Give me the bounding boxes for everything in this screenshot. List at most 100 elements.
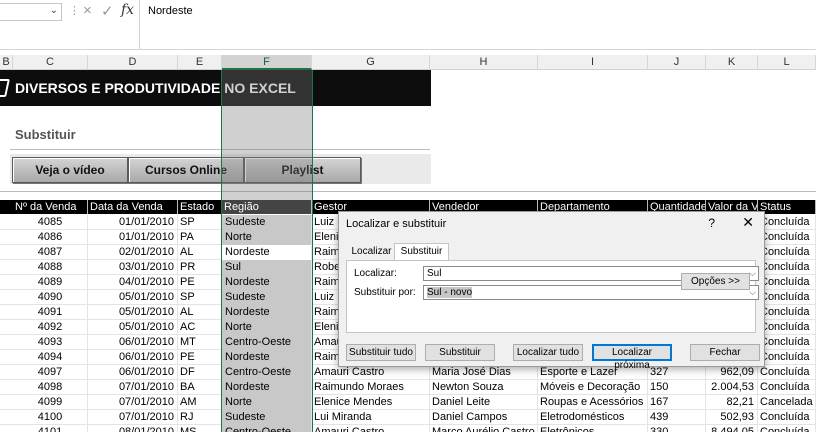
sale-date-cell[interactable]: 01/01/2010 [88,215,178,230]
status-cell[interactable]: Concluída [758,275,816,290]
sale-number-cell[interactable]: 4085 [13,215,88,230]
region-cell[interactable]: Centro-Oeste [222,425,312,432]
chevron-down-icon[interactable]: ⌵ [749,267,756,280]
status-cell[interactable]: Concluída [758,215,816,230]
column-header-selected[interactable]: F [222,55,312,70]
column-header[interactable]: H [430,55,538,70]
status-cell[interactable]: Cancelada [758,395,816,410]
state-cell[interactable]: SP [178,215,222,230]
region-cell[interactable]: Norte [222,395,312,410]
sale-date-cell[interactable]: 02/01/2010 [88,245,178,260]
value-cell[interactable]: 502,93 [706,410,758,425]
sale-date-cell[interactable]: 07/01/2010 [88,410,178,425]
region-cell[interactable]: Norte [222,320,312,335]
sale-number-cell[interactable]: 4091 [13,305,88,320]
sale-date-cell[interactable]: 07/01/2010 [88,395,178,410]
find-all-button[interactable]: Localizar tudo [513,344,583,361]
quantity-cell[interactable]: 167 [648,395,706,410]
column-header[interactable]: B [0,55,13,70]
sale-date-cell[interactable]: 06/01/2010 [88,335,178,350]
sale-number-cell[interactable]: 4092 [13,320,88,335]
sale-date-cell[interactable]: 04/01/2010 [88,275,178,290]
value-cell[interactable]: 8.494,05 [706,425,758,432]
sale-number-cell[interactable]: 4100 [13,410,88,425]
manager-cell[interactable]: Raimundo Moraes [312,380,430,395]
status-cell[interactable]: Concluída [758,380,816,395]
region-cell[interactable]: Sudeste [222,410,312,425]
state-cell[interactable]: MS [178,425,222,432]
sale-number-cell[interactable]: 4099 [13,395,88,410]
state-cell[interactable]: MT [178,335,222,350]
state-cell[interactable]: AL [178,305,222,320]
sale-date-cell[interactable]: 03/01/2010 [88,260,178,275]
department-cell[interactable]: Eletrodomésticos [538,410,648,425]
column-header[interactable]: G [312,55,430,70]
status-cell[interactable]: Concluída [758,410,816,425]
region-cell[interactable]: Sudeste [222,215,312,230]
value-cell[interactable]: 962,09 [706,365,758,380]
sale-number-cell[interactable]: 4088 [13,260,88,275]
replace-all-button[interactable]: Substituir tudo [346,344,416,361]
status-cell[interactable]: Concluída [758,230,816,245]
region-cell[interactable]: Nordeste [222,350,312,365]
status-cell[interactable]: Concluída [758,335,816,350]
state-cell[interactable]: PR [178,260,222,275]
seller-cell[interactable]: Daniel Leite [430,395,538,410]
region-cell[interactable]: Nordeste [222,380,312,395]
region-cell[interactable]: Centro-Oeste [222,335,312,350]
sale-date-cell[interactable]: 06/01/2010 [88,350,178,365]
find-next-button[interactable]: Localizar próxima [592,344,672,371]
region-cell[interactable]: Nordeste [222,305,312,320]
quantity-cell[interactable]: 150 [648,380,706,395]
sale-date-cell[interactable]: 06/01/2010 [88,365,178,380]
sale-number-cell[interactable]: 4098 [13,380,88,395]
sale-date-cell[interactable]: 05/01/2010 [88,305,178,320]
tab-find[interactable]: Localizar [350,244,393,261]
sale-date-cell[interactable]: 05/01/2010 [88,320,178,335]
table-header-cell[interactable]: Data da Venda [88,200,178,214]
department-cell[interactable]: Eletrônicos [538,425,648,432]
region-cell[interactable]: Sudeste [222,290,312,305]
status-cell[interactable]: Concluída [758,260,816,275]
column-header[interactable]: J [648,55,706,70]
state-cell[interactable]: AC [178,320,222,335]
value-cell[interactable]: 82,21 [706,395,758,410]
state-cell[interactable]: SP [178,290,222,305]
region-cell[interactable]: Sul [222,260,312,275]
status-cell[interactable]: Concluída [758,350,816,365]
quantity-cell[interactable]: 327 [648,365,706,380]
column-header[interactable]: K [706,55,758,70]
confirm-icon[interactable]: ✓ [101,2,114,20]
status-cell[interactable]: Concluída [758,245,816,260]
manager-cell[interactable]: Amauri Castro [312,365,430,380]
cancel-icon[interactable]: × [83,2,92,19]
sale-number-cell[interactable]: 4097 [13,365,88,380]
region-cell[interactable]: Centro-Oeste [222,365,312,380]
sale-date-cell[interactable]: 08/01/2010 [88,425,178,432]
value-cell[interactable]: 2.004,53 [706,380,758,395]
sale-number-cell[interactable]: 4094 [13,350,88,365]
region-cell[interactable]: Norte [222,230,312,245]
column-header[interactable]: I [538,55,648,70]
chevron-down-icon[interactable]: ⌄ [50,5,58,16]
state-cell[interactable]: BA [178,380,222,395]
fx-icon[interactable]: fx [121,2,134,18]
seller-cell[interactable]: Maria José Dias [430,365,538,380]
quantity-cell[interactable]: 330 [648,425,706,432]
sale-number-cell[interactable]: 4101 [13,425,88,432]
column-header[interactable]: D [88,55,178,70]
state-cell[interactable]: RJ [178,410,222,425]
options-button[interactable]: Opções >> [681,273,750,290]
status-cell[interactable]: Concluída [758,425,816,432]
sale-date-cell[interactable]: 01/01/2010 [88,230,178,245]
table-header-cell[interactable]: Status [758,200,816,214]
quantity-cell[interactable]: 439 [648,410,706,425]
formula-input[interactable]: Nordeste [139,0,816,50]
seller-cell[interactable]: Marco Aurélio Castro [430,425,538,432]
sale-date-cell[interactable]: 05/01/2010 [88,290,178,305]
department-cell[interactable]: Móveis e Decoração [538,380,648,395]
column-header[interactable]: E [178,55,222,70]
state-cell[interactable]: DF [178,365,222,380]
state-cell[interactable]: AM [178,395,222,410]
status-cell[interactable]: Concluída [758,320,816,335]
